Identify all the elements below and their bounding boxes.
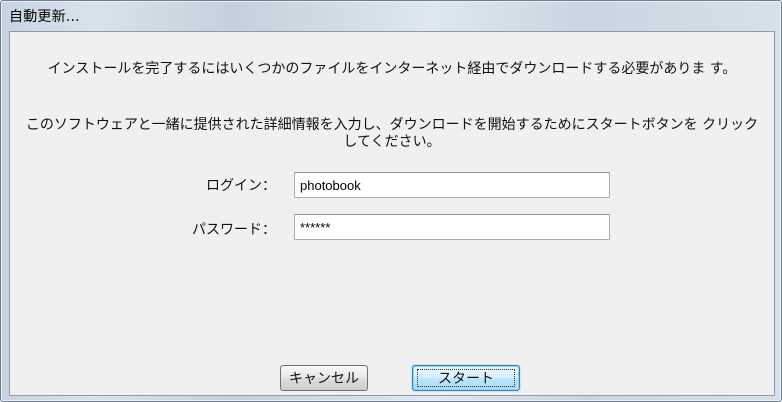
instruction-message: このソフトウェアと一緒に提供された詳細情報を入力し、ダウンロードを開始するために…	[25, 117, 759, 150]
start-button[interactable]: スタート	[412, 365, 520, 391]
title-bar[interactable]: 自動更新...	[1, 1, 781, 31]
password-label: パスワード：	[192, 222, 276, 238]
login-label: ログイン：	[206, 178, 276, 194]
auto-update-dialog: 自動更新... インストールを完了するにはいくつかのファイルをインターネット経由…	[0, 0, 782, 402]
dialog-body: インストールを完了するにはいくつかのファイルをインターネット経由でダウンロードす…	[9, 31, 775, 396]
password-field[interactable]	[294, 214, 610, 240]
window-title: 自動更新...	[9, 9, 80, 25]
install-message: インストールを完了するにはいくつかのファイルをインターネット経由でダウンロードす…	[47, 61, 737, 77]
cancel-button[interactable]: キャンセル	[280, 365, 368, 391]
login-field[interactable]	[294, 172, 610, 198]
cancel-button-label: キャンセル	[289, 370, 359, 386]
start-button-label: スタート	[438, 370, 494, 386]
